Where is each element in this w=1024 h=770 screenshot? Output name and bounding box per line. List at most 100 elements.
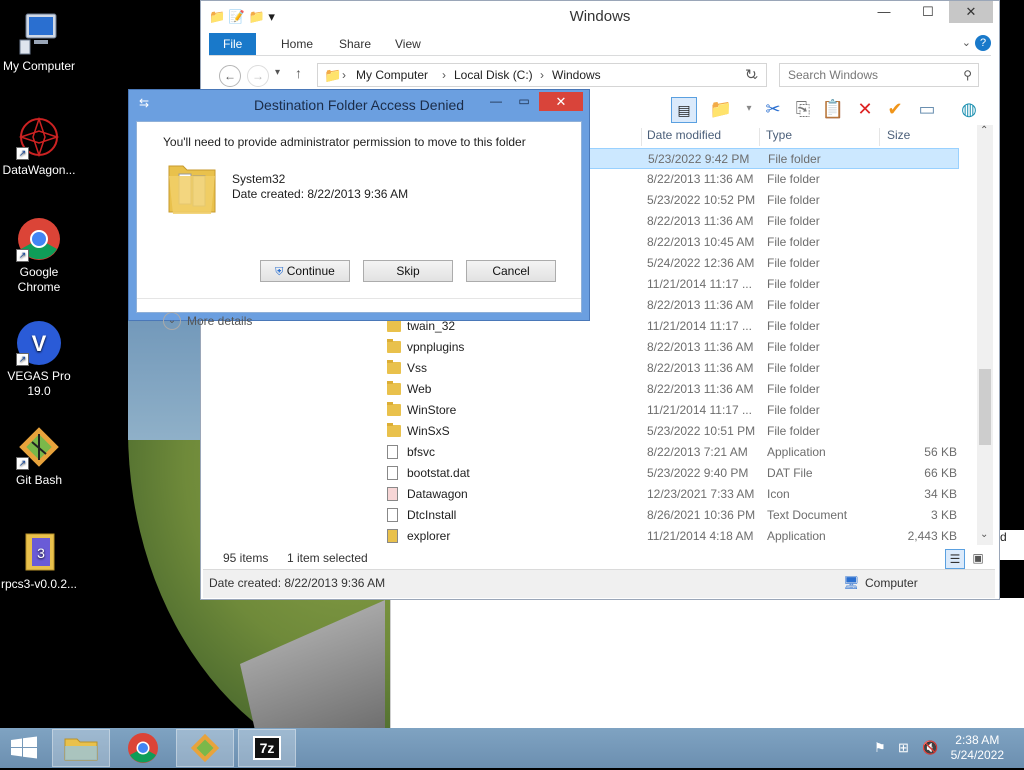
file-row[interactable]: vpnplugins 8/22/2013 11:36 AM File folder <box>379 337 959 358</box>
datawagon-icon: ↗ <box>16 114 62 160</box>
maximize-button[interactable]: ☐ <box>913 1 943 23</box>
address-bar[interactable]: 📁 › My Computer › Local Disk (C:) › Wind… <box>317 63 767 87</box>
breadcrumb-local-disk[interactable]: Local Disk (C:) <box>454 64 533 86</box>
file-type: Application <box>767 529 826 543</box>
file-name: explorer <box>407 529 451 543</box>
scrollbar-thumb[interactable] <box>979 369 991 445</box>
desktop-icon-datawagon[interactable]: ↗ DataWagon... <box>0 114 78 178</box>
recent-locations-icon[interactable]: ▾ <box>275 67 280 78</box>
file-row[interactable]: DtcInstall 8/26/2021 10:36 PM Text Documen… <box>379 505 959 526</box>
more-details-link[interactable]: More details <box>187 314 252 328</box>
breadcrumb-windows[interactable]: Windows <box>552 64 601 86</box>
search-input[interactable]: Search Windows ⚲ <box>779 63 979 87</box>
vegas-icon: V ↗ <box>16 320 62 366</box>
file-row[interactable]: explorer 11/21/2014 4:18 AM Application 2,4… <box>379 526 959 547</box>
desktop-icon-git-bash[interactable]: ↗ Git Bash <box>0 424 78 488</box>
file-date: 5/23/2022 9:40 PM <box>647 466 749 480</box>
cancel-button[interactable]: Cancel <box>466 260 556 282</box>
file-type: File folder <box>767 193 820 207</box>
computer-small-icon: 🖥 <box>843 575 860 590</box>
file-type: File folder <box>767 235 820 249</box>
folder-check-icon[interactable]: 📁 <box>709 97 733 121</box>
file-row[interactable]: WinStore 11/21/2014 11:17 ... File folder <box>379 400 959 421</box>
large-icons-view-icon[interactable]: ▣ <box>969 549 987 567</box>
svg-text:3: 3 <box>37 545 45 561</box>
taskbar-file-explorer[interactable] <box>52 729 110 767</box>
details-view-icon[interactable]: ☰ <box>945 549 965 569</box>
paste-icon[interactable]: 📋 <box>821 97 845 121</box>
taskbar-7zip[interactable]: 7z <box>238 729 296 767</box>
file-date: 8/22/2013 10:45 AM <box>647 235 755 249</box>
background-window-text: d <box>1000 530 1024 560</box>
scroll-down-icon[interactable]: ⌄ <box>980 529 988 540</box>
breadcrumb-my-computer[interactable]: My Computer <box>356 64 428 86</box>
file-type: DAT File <box>767 466 813 480</box>
checkmark-icon[interactable]: ✔ <box>883 97 907 121</box>
file-type: Icon <box>767 487 790 501</box>
action-center-icon[interactable]: ⚑ <box>874 740 886 756</box>
file-name: Vss <box>407 361 428 375</box>
volume-muted-icon[interactable]: 🔇 <box>922 740 938 756</box>
file-row[interactable]: Datawagon 12/23/2021 7:33 AM Icon 34 KB <box>379 484 959 505</box>
start-button[interactable] <box>0 729 48 767</box>
desktop-icon-rpcs3[interactable]: 3 rpcs3-v0.0.2... <box>0 528 78 592</box>
refresh-button[interactable]: ↻ <box>745 66 757 83</box>
ribbon-expand-icon[interactable]: ⌄ <box>962 36 971 49</box>
close-button[interactable]: ✕ <box>949 1 993 23</box>
column-size[interactable]: Size <box>887 128 910 142</box>
desktop-icon-my-computer[interactable]: My Computer <box>0 10 78 74</box>
file-row[interactable]: bootstat.dat 5/23/2022 9:40 PM DAT File 66 … <box>379 463 959 484</box>
taskbar-git-bash[interactable] <box>176 729 234 767</box>
delete-icon[interactable]: ✕ <box>853 97 877 121</box>
file-date: 8/22/2013 11:36 AM <box>647 340 754 354</box>
taskbar-chrome[interactable] <box>114 729 172 767</box>
network-icon[interactable]: ⊞ <box>898 740 909 756</box>
file-type: File folder <box>767 172 820 186</box>
back-button[interactable]: ← <box>219 65 241 87</box>
dialog-minimize-button[interactable]: — <box>483 92 509 110</box>
up-button[interactable]: ↑ <box>295 65 302 81</box>
view-pane-icon[interactable]: ▤ <box>671 97 697 123</box>
file-date: 8/22/2013 11:36 AM <box>647 382 754 396</box>
continue-button[interactable]: ⛨ Continue <box>260 260 350 282</box>
help-icon[interactable]: ? <box>975 35 991 51</box>
cut-icon[interactable]: ✂ <box>761 97 785 121</box>
file-row[interactable]: bfsvc 8/22/2013 7:21 AM Application 56 KB <box>379 442 959 463</box>
minimize-button[interactable]: — <box>869 1 899 23</box>
file-type: File folder <box>767 256 820 270</box>
vertical-scrollbar[interactable]: ⌃ ⌄ <box>977 125 993 545</box>
scroll-up-icon[interactable]: ⌃ <box>980 125 988 136</box>
file-row[interactable]: Vss 8/22/2013 11:36 AM File folder <box>379 358 959 379</box>
shortcut-arrow-icon: ↗ <box>16 353 29 366</box>
file-date: 8/22/2013 7:21 AM <box>647 445 748 459</box>
more-details-chevron-icon[interactable]: ⌄ <box>163 312 181 330</box>
column-type[interactable]: Type <box>766 128 792 142</box>
skip-button[interactable]: Skip <box>363 260 453 282</box>
forward-button[interactable]: → <box>247 65 269 87</box>
desktop-icon-vegas-pro[interactable]: V ↗ VEGAS Pro 19.0 <box>0 320 78 399</box>
dialog-close-button[interactable]: ✕ <box>539 92 583 111</box>
dropdown-icon[interactable]: ▾ <box>737 97 761 121</box>
file-date: 8/22/2013 11:36 AM <box>647 361 754 375</box>
dialog-maximize-button[interactable]: ▭ <box>511 92 537 110</box>
access-denied-dialog[interactable]: ⇆ Destination Folder Access Denied — ▭ ✕… <box>128 89 590 330</box>
tab-share[interactable]: Share <box>325 33 385 55</box>
system-clock[interactable]: 2:38 AM 5/24/2022 <box>951 733 1004 763</box>
globe-icon[interactable]: ◍ <box>957 97 981 121</box>
file-size: 3 KB <box>930 508 957 522</box>
desktop-icon-label: Git Bash <box>15 473 63 487</box>
column-date-modified[interactable]: Date modified <box>647 128 721 142</box>
folder-icon: 📁 <box>324 67 342 83</box>
copy-icon[interactable]: ⎘ <box>791 97 815 121</box>
tab-home[interactable]: Home <box>267 33 327 55</box>
tab-file[interactable]: File <box>209 33 257 55</box>
file-row[interactable]: WinSxS 5/23/2022 10:51 PM File folder <box>379 421 959 442</box>
folder-icon <box>387 318 401 332</box>
file-name: WinStore <box>407 403 457 417</box>
explorer-titlebar[interactable]: 📁 📝 📁 ▾ Windows — ☐ ✕ <box>201 1 999 33</box>
rename-icon[interactable]: ▭ <box>915 97 939 121</box>
tab-view[interactable]: View <box>381 33 435 55</box>
file-row[interactable]: Web 8/22/2013 11:36 AM File folder <box>379 379 959 400</box>
desktop-icon-google-chrome[interactable]: ↗ Google Chrome <box>0 216 78 295</box>
file-size: 34 KB <box>924 487 957 501</box>
